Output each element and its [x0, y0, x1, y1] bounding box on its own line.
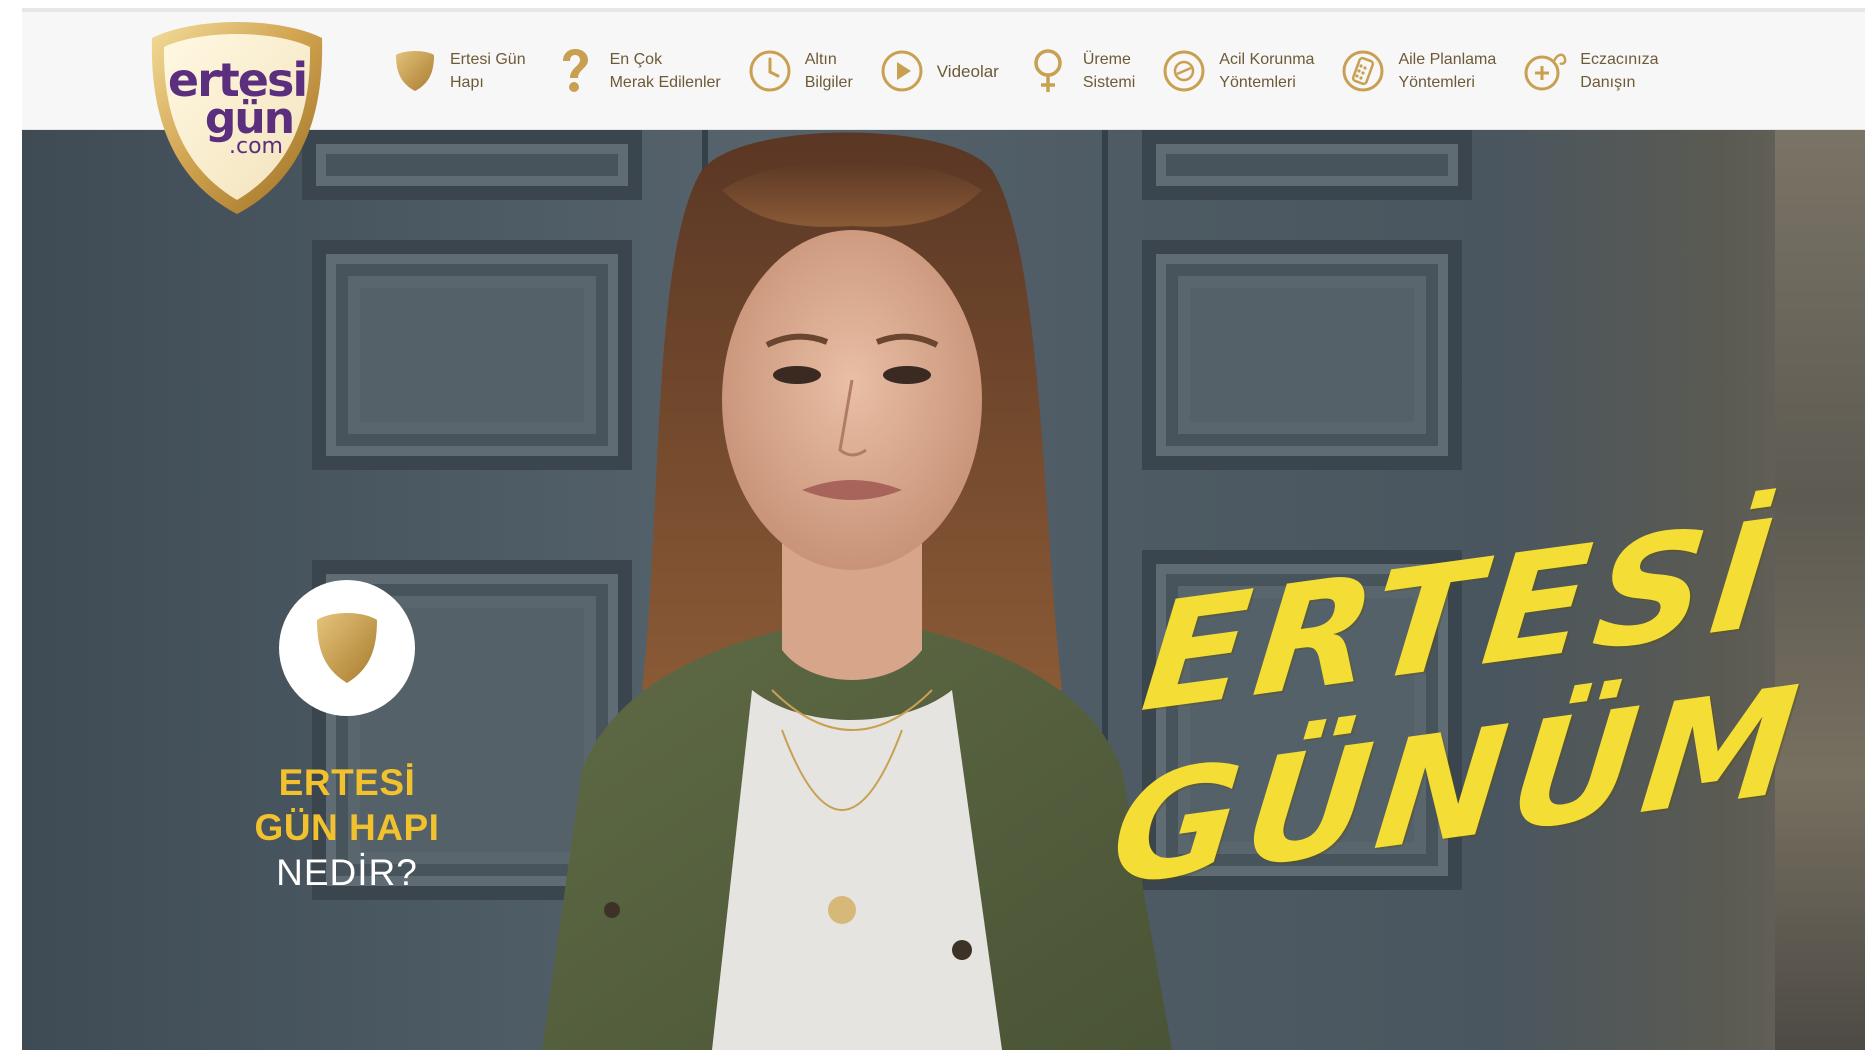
- stone-wall: [1775, 130, 1865, 1050]
- nav-item-eczaciniza-danisin[interactable]: Eczacınıza Danışın: [1522, 48, 1659, 94]
- nav-item-label: Videolar: [936, 61, 999, 81]
- site-logo[interactable]: ertesi gün .com: [144, 18, 330, 218]
- cta-line3: NEDİR?: [276, 852, 418, 893]
- cta-badge: [279, 580, 415, 716]
- cta-line1: ERTESİ: [278, 762, 416, 803]
- hero-banner: ERTESİ GÜN HAPI NEDİR? ERTESİ GÜNÜM: [22, 130, 1865, 1050]
- question-icon: [552, 48, 598, 94]
- nav-item-ertesi-gun-hapi[interactable]: Ertesi Gün Hapı: [392, 48, 526, 94]
- nav-item-label: Altın Bilgiler: [804, 51, 853, 91]
- clock-icon: [747, 48, 793, 94]
- nav-item-altin-bilgiler[interactable]: Altın Bilgiler: [747, 48, 853, 94]
- shield-icon: [392, 48, 438, 94]
- what-is-pill-cta[interactable]: ERTESİ GÜN HAPI NEDİR?: [222, 580, 472, 895]
- nav-item-label: Acil Korunma Yöntemleri: [1219, 51, 1315, 91]
- nav-item-label: En Çok Merak Edilenler: [609, 51, 721, 91]
- nav-item-label: Ertesi Gün Hapı: [450, 51, 526, 91]
- cta-line2: GÜN HAPI: [254, 807, 440, 848]
- nav-item-ureme-sistemi[interactable]: Üreme Sistemi: [1025, 48, 1135, 94]
- female-symbol-icon: [1025, 48, 1071, 94]
- stethoscope-icon: [1522, 48, 1568, 94]
- nav-item-aile-planlama-yontemleri[interactable]: Aile Planlama Yöntemleri: [1340, 48, 1496, 94]
- nav-item-label: Üreme Sistemi: [1082, 51, 1136, 91]
- pill-icon: [1161, 48, 1207, 94]
- nav-item-label: Aile Planlama Yöntemleri: [1398, 51, 1497, 91]
- shield-icon: [317, 613, 377, 683]
- hero-headline: ERTESİ GÜNÜM: [1104, 488, 1811, 950]
- logo-line2: gün: [204, 93, 295, 144]
- play-icon: [879, 48, 925, 94]
- pill-pack-icon: [1340, 48, 1386, 94]
- logo-wordmark: ertesi gün .com: [144, 57, 330, 158]
- nav-item-en-cok-merak-edilenler[interactable]: En Çok Merak Edilenler: [552, 48, 721, 94]
- nav-menu: Ertesi Gün Hapı En Çok Merak Edilenler A…: [392, 12, 1685, 130]
- nav-item-acil-korunma-yontemleri[interactable]: Acil Korunma Yöntemleri: [1161, 48, 1314, 94]
- nav-item-videolar[interactable]: Videolar: [879, 48, 999, 94]
- nav-item-label: Eczacınıza Danışın: [1580, 51, 1659, 91]
- page: Ertesi Gün Hapı En Çok Merak Edilenler A…: [22, 8, 1865, 1050]
